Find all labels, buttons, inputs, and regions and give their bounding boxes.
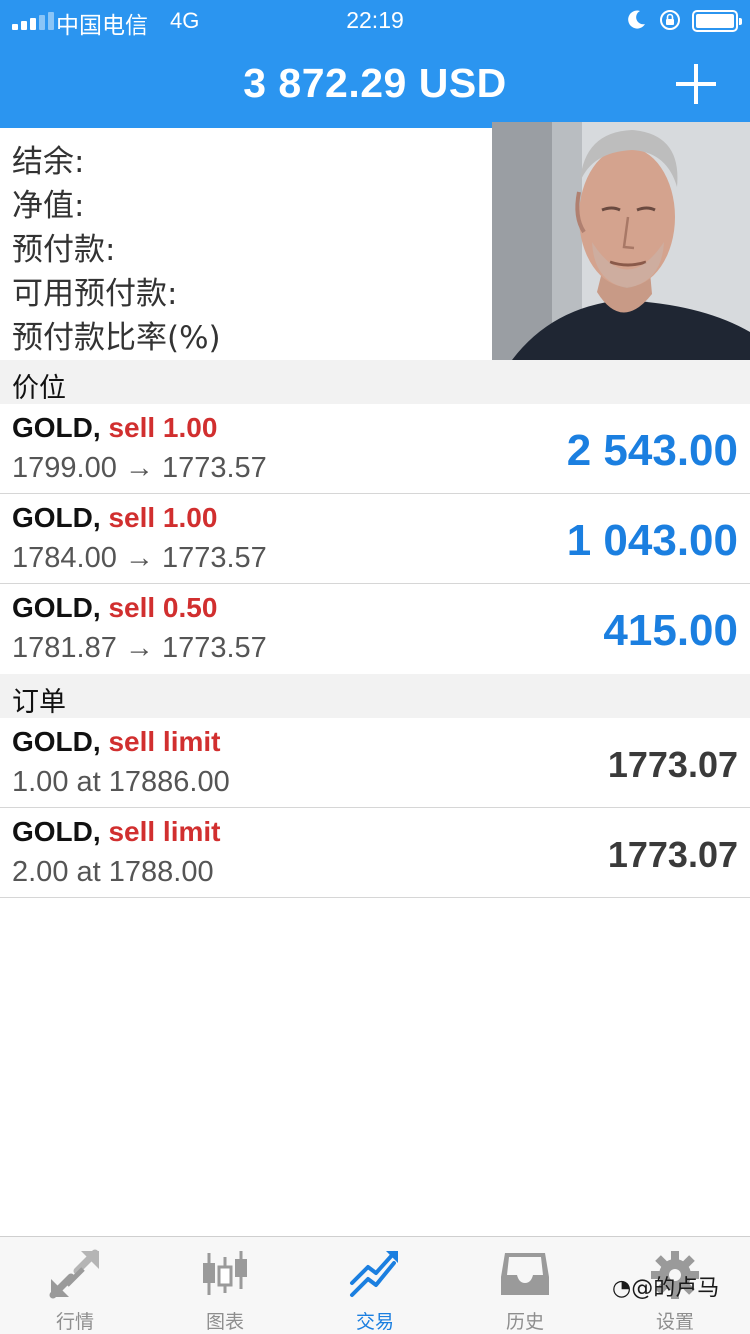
position-symbol-side: GOLD, sell 1.00 xyxy=(12,412,217,444)
rotation-lock-icon xyxy=(660,10,680,30)
position-profit: 415.00 xyxy=(603,606,738,655)
history-inbox-icon xyxy=(501,1253,549,1295)
overlay-portrait-photo xyxy=(492,122,750,360)
order-detail: 2.00 at 1788.00 xyxy=(12,856,214,888)
position-row[interactable]: GOLD, sell 0.50 1781.87 → 1773.57 415.00 xyxy=(0,584,750,674)
position-prices: 1799.00 → 1773.57 xyxy=(12,452,267,484)
margin-level-label: 预付款比率(%) xyxy=(12,320,221,356)
margin-label: 预付款: xyxy=(12,232,116,268)
weibo-logo-icon: ◔ xyxy=(612,1276,632,1301)
order-price: 1773.07 xyxy=(607,834,738,875)
position-side: sell 1.00 xyxy=(108,502,218,533)
account-balance-title: 3 872.29 USD xyxy=(243,60,507,106)
add-order-plus-icon[interactable] xyxy=(676,64,716,104)
tab-settings-label: 设置 xyxy=(655,1311,694,1333)
position-profit: 1 043.00 xyxy=(566,516,738,565)
tab-trade-label: 交易 xyxy=(355,1311,394,1333)
trade-chart-icon xyxy=(350,1251,398,1297)
tab-quotes[interactable]: 行情 xyxy=(0,1237,150,1334)
tab-history[interactable]: 历史 xyxy=(450,1237,600,1334)
order-symbol-side: GOLD, sell limit xyxy=(12,726,221,758)
order-side: sell limit xyxy=(108,726,221,757)
free-margin-label: 可用预付款: xyxy=(12,276,178,312)
position-symbol: GOLD, xyxy=(12,412,101,443)
tab-history-label: 历史 xyxy=(505,1311,544,1333)
position-symbol-side: GOLD, sell 1.00 xyxy=(12,502,217,534)
position-side: sell 1.00 xyxy=(108,412,218,443)
candlestick-chart-icon xyxy=(203,1251,247,1295)
equity-label: 净值: xyxy=(12,188,85,224)
do-not-disturb-moon-icon xyxy=(628,10,645,29)
position-symbol: GOLD, xyxy=(12,592,101,623)
position-symbol: GOLD, xyxy=(12,502,101,533)
top-bar: 中国电信 4G 22:19 3 872.29 USD xyxy=(0,0,750,128)
position-prices: 1781.87 → 1773.57 xyxy=(12,632,267,664)
tab-quotes-label: 行情 xyxy=(55,1311,94,1333)
balance-label: 结余: xyxy=(12,144,85,180)
position-row[interactable]: GOLD, sell 1.00 1784.00 → 1773.57 1 043.… xyxy=(0,494,750,584)
quotes-arrows-icon xyxy=(49,1249,99,1299)
order-row[interactable]: GOLD, sell limit 2.00 at 1788.00 1773.07 xyxy=(0,808,750,898)
tab-charts-label: 图表 xyxy=(205,1311,244,1333)
orders-section-title: 订单 xyxy=(12,687,66,718)
status-bar: 中国电信 4G 22:19 xyxy=(0,0,750,40)
order-side: sell limit xyxy=(108,816,221,847)
order-symbol: GOLD, xyxy=(12,816,101,847)
position-profit: 2 543.00 xyxy=(566,426,738,475)
order-row[interactable]: GOLD, sell limit 1.00 at 17886.00 1773.0… xyxy=(0,718,750,808)
order-symbol: GOLD, xyxy=(12,726,101,757)
battery-icon xyxy=(692,10,742,32)
order-detail: 1.00 at 17886.00 xyxy=(12,766,230,798)
position-row[interactable]: GOLD, sell 1.00 1799.00 → 1773.57 2 543.… xyxy=(0,404,750,494)
positions-section-header: 价位 xyxy=(0,360,750,404)
order-symbol-side: GOLD, sell limit xyxy=(12,816,221,848)
watermark: ◔@的卢马 xyxy=(612,1270,719,1302)
positions-section-title: 价位 xyxy=(12,373,66,404)
position-symbol-side: GOLD, sell 0.50 xyxy=(12,592,217,624)
tab-trade[interactable]: 交易 xyxy=(300,1237,450,1334)
position-prices: 1784.00 → 1773.57 xyxy=(12,542,267,574)
watermark-text: @的卢马 xyxy=(631,1276,720,1301)
tab-charts[interactable]: 图表 xyxy=(150,1237,300,1334)
order-price: 1773.07 xyxy=(607,744,738,785)
position-side: sell 0.50 xyxy=(108,592,218,623)
orders-section-header: 订单 xyxy=(0,674,750,718)
